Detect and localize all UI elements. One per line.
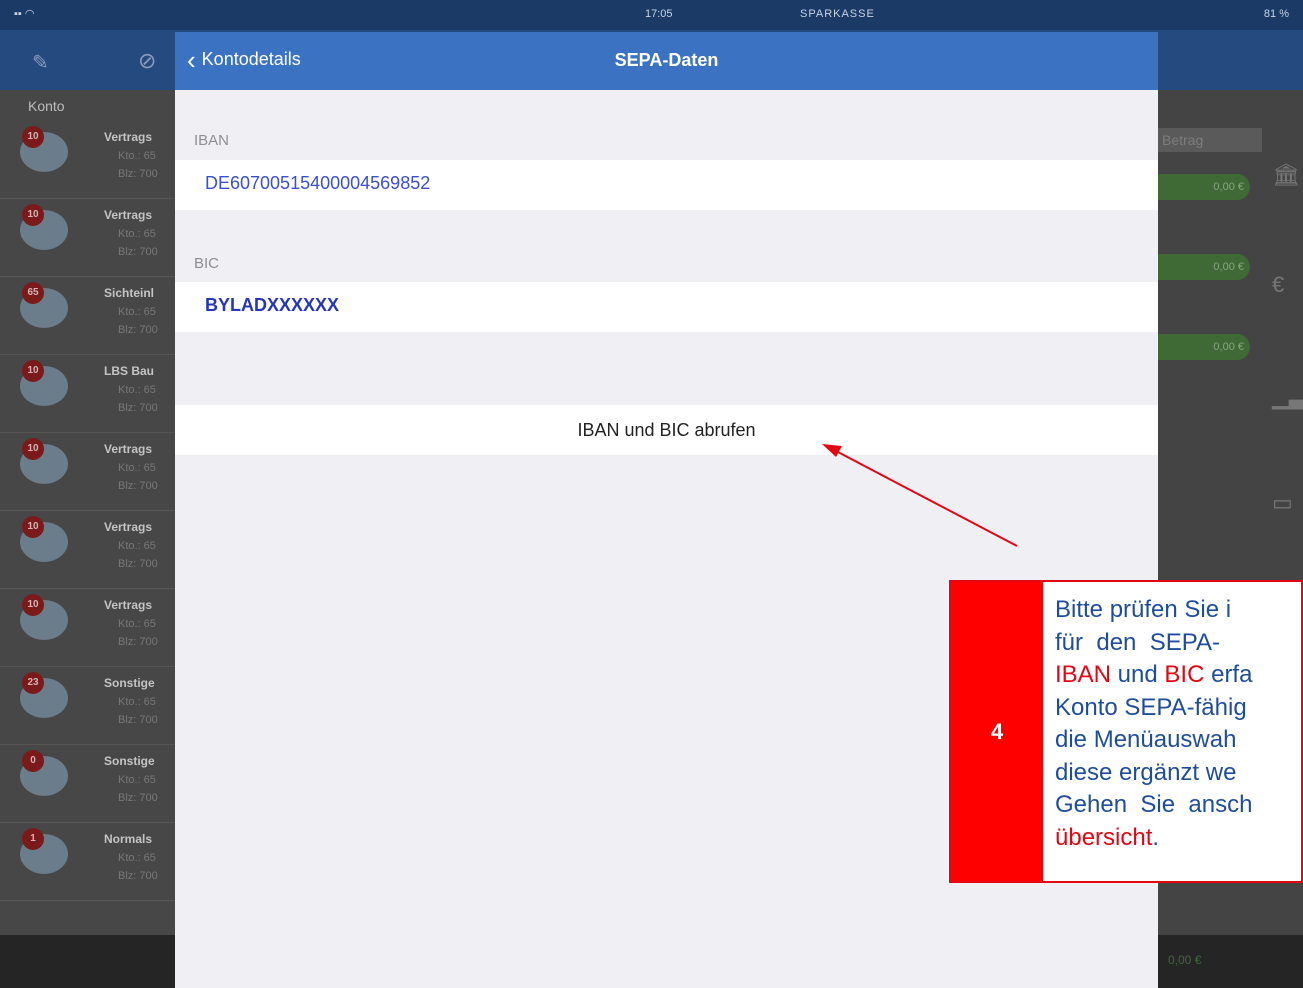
callout-line: übersicht. [1055, 822, 1301, 855]
instruction-callout: 4 Bitte prüfen Sie i für den SEPA- IBAN … [949, 580, 1303, 883]
callout-line: für den SEPA- [1055, 628, 1220, 656]
callout-text: Bitte prüfen Sie i für den SEPA- IBAN un… [1055, 594, 1301, 855]
iban-keyword: IBAN [1055, 661, 1112, 688]
step-number: 4 [951, 582, 1043, 881]
callout-line: Bitte prüfen Sie i [1055, 596, 1232, 623]
callout-line: die Menüauswah [1055, 726, 1237, 753]
callout-line: IBAN und BIC erfa [1055, 659, 1301, 692]
bic-keyword: BIC [1164, 661, 1205, 688]
callout-fragment: und [1111, 661, 1165, 688]
callout-line: diese ergänzt we [1055, 758, 1237, 786]
callout-line: Gehen Sie ansch [1055, 791, 1253, 818]
callout-fragment: . [1152, 823, 1160, 851]
callout-line: Konto SEPA-fähig [1055, 693, 1247, 721]
callout-fragment: erfa [1204, 661, 1253, 688]
uebersicht-keyword: übersicht [1055, 823, 1153, 851]
